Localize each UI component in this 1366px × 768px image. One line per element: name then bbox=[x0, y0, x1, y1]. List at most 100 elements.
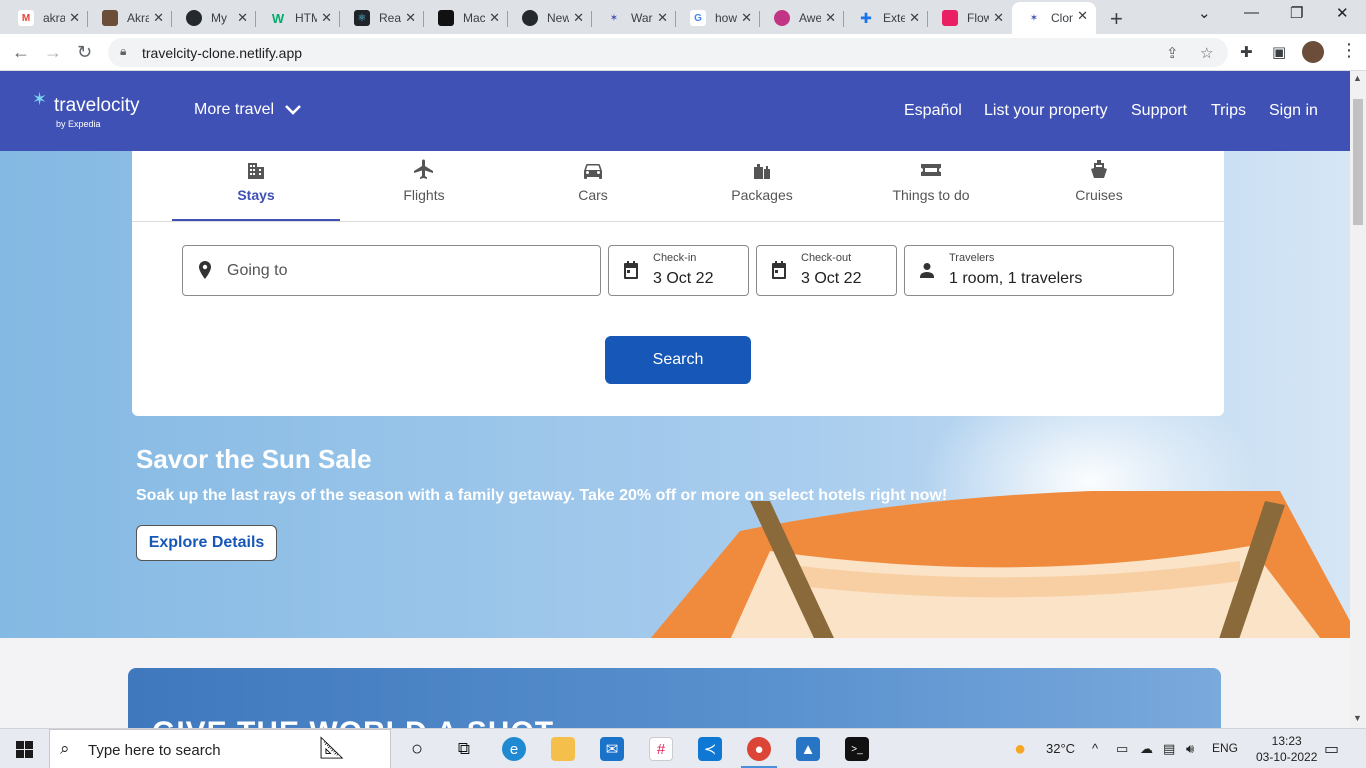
browser-tab[interactable]: Awe ✕ bbox=[760, 4, 844, 32]
tab-label: Flow bbox=[967, 11, 989, 25]
taskbar-search-box[interactable]: ⌕ Type here to search 📐︎ bbox=[49, 729, 391, 768]
logo-subtext: by Expedia bbox=[56, 119, 101, 129]
tab-flights[interactable]: Flights bbox=[340, 159, 508, 221]
new-tab-button[interactable]: + bbox=[1110, 6, 1123, 32]
luggage-icon bbox=[754, 164, 770, 179]
language-indicator[interactable]: ENG bbox=[1212, 741, 1238, 755]
clock-time: 13:23 bbox=[1271, 734, 1302, 748]
close-icon[interactable]: ✕ bbox=[993, 10, 1004, 26]
network-icon[interactable]: ▤ bbox=[1163, 741, 1175, 757]
browser-tab[interactable]: ⚛ React ✕ bbox=[340, 4, 424, 32]
puzzle-icon: ✚ bbox=[860, 9, 872, 26]
browser-tab-active[interactable]: ✶ Clon ✕ bbox=[1012, 2, 1096, 34]
browser-tab[interactable]: ✶ War ✕ bbox=[592, 4, 676, 32]
close-icon[interactable]: ✕ bbox=[489, 10, 500, 26]
scroll-down-icon[interactable]: ▼ bbox=[1353, 713, 1362, 723]
tab-packages[interactable]: Packages bbox=[678, 159, 846, 221]
photos-icon[interactable]: ▲ bbox=[796, 737, 820, 761]
tab-things-to-do[interactable]: Things to do bbox=[847, 159, 1015, 221]
close-icon[interactable]: ✕ bbox=[657, 10, 668, 26]
nav-list-your-property[interactable]: List your property bbox=[984, 102, 1108, 120]
check-in-field[interactable]: Check-in 3 Oct 22 bbox=[608, 245, 749, 296]
menu-icon[interactable]: ⋮ bbox=[1340, 40, 1358, 61]
travelers-field[interactable]: Travelers 1 room, 1 travelers bbox=[904, 245, 1174, 296]
show-hidden-icons-icon[interactable]: ^ bbox=[1092, 741, 1098, 756]
reload-icon[interactable]: ↻ bbox=[77, 42, 92, 63]
close-icon[interactable]: ✕ bbox=[405, 10, 416, 26]
address-bar[interactable]: 🔒︎ travelcity-clone.netlify.app ⇪ ☆ bbox=[108, 38, 1228, 67]
tab-label: Clon bbox=[1051, 11, 1073, 25]
close-icon[interactable]: ✕ bbox=[153, 10, 164, 26]
give-the-world-a-shot-banner[interactable]: GIVE THE WORLD A SHOT bbox=[128, 668, 1221, 728]
page-scrollbar[interactable]: ▲ ▼ bbox=[1350, 71, 1366, 728]
cloud-icon[interactable]: ☁ bbox=[1140, 741, 1153, 757]
search-button[interactable]: Search bbox=[605, 336, 751, 384]
close-icon[interactable]: ✕ bbox=[1077, 8, 1088, 24]
check-out-field[interactable]: Check-out 3 Oct 22 bbox=[756, 245, 897, 296]
slack-icon[interactable]: # bbox=[649, 737, 673, 761]
explore-details-button[interactable]: Explore Details bbox=[136, 525, 277, 561]
restore-icon[interactable]: ❐ bbox=[1290, 4, 1303, 22]
windows-start-icon[interactable] bbox=[16, 741, 33, 758]
more-travel-menu[interactable]: More travel bbox=[194, 101, 302, 119]
file-explorer-icon[interactable] bbox=[551, 737, 575, 761]
side-panel-icon[interactable]: ▣ bbox=[1272, 43, 1286, 61]
bookmark-star-icon[interactable]: ☆ bbox=[1200, 44, 1213, 62]
edge-icon[interactable]: e bbox=[502, 737, 526, 761]
tab-stays[interactable]: Stays bbox=[172, 159, 340, 221]
building-icon bbox=[248, 163, 264, 179]
tab-search-icon[interactable]: ⌄ bbox=[1198, 4, 1211, 22]
profile-avatar[interactable] bbox=[1302, 41, 1324, 63]
tab-cars[interactable]: Cars bbox=[509, 159, 677, 221]
browser-tab[interactable]: Mac ✕ bbox=[424, 4, 508, 32]
cortana-icon[interactable]: ○ bbox=[405, 737, 429, 761]
browser-tab[interactable]: M akra ✕ bbox=[4, 4, 88, 32]
nav-trips[interactable]: Trips bbox=[1211, 102, 1246, 120]
browser-tab[interactable]: Akra ✕ bbox=[88, 4, 172, 32]
nav-support[interactable]: Support bbox=[1131, 102, 1187, 120]
github-icon bbox=[522, 10, 538, 26]
tab-label: akra bbox=[43, 11, 65, 25]
browser-tab[interactable]: New ✕ bbox=[508, 4, 592, 32]
browser-tab[interactable]: G how ✕ bbox=[676, 4, 760, 32]
scroll-up-icon[interactable]: ▲ bbox=[1353, 73, 1362, 83]
vscode-icon[interactable]: ≺ bbox=[698, 737, 722, 761]
scroll-thumb[interactable] bbox=[1353, 99, 1363, 225]
lock-icon[interactable]: 🔒︎ bbox=[120, 44, 126, 59]
weather-temp[interactable]: 32°C bbox=[1046, 741, 1075, 756]
volume-icon[interactable]: 🔊︎ bbox=[1186, 741, 1194, 757]
browser-tab[interactable]: ✚ Exte ✕ bbox=[844, 4, 928, 32]
weather-icon[interactable]: ● bbox=[1014, 738, 1026, 761]
browser-tab[interactable]: W HTML ✕ bbox=[256, 4, 340, 32]
forward-icon[interactable]: → bbox=[44, 42, 62, 63]
back-icon[interactable]: ← bbox=[12, 42, 30, 63]
notification-icon[interactable]: ▭ bbox=[1324, 739, 1339, 759]
window-close-icon[interactable]: ✕ bbox=[1336, 4, 1349, 22]
url-text[interactable]: travelcity-clone.netlify.app bbox=[142, 45, 302, 61]
share-icon[interactable]: ⇪ bbox=[1166, 44, 1179, 62]
tab-label: Stays bbox=[237, 187, 275, 203]
terminal-icon[interactable]: >_ bbox=[845, 737, 869, 761]
close-icon[interactable]: ✕ bbox=[825, 10, 836, 26]
tab-label: React bbox=[379, 11, 401, 25]
tab-cruises[interactable]: Cruises bbox=[1015, 159, 1183, 221]
close-icon[interactable]: ✕ bbox=[741, 10, 752, 26]
close-icon[interactable]: ✕ bbox=[573, 10, 584, 26]
browser-tab[interactable]: Flow ✕ bbox=[928, 4, 1012, 32]
task-view-icon[interactable]: ⧉ bbox=[452, 737, 476, 761]
chrome-icon[interactable]: ● bbox=[741, 737, 777, 768]
browser-tab[interactable]: My ✕ bbox=[172, 4, 256, 32]
device-icon[interactable]: ▭ bbox=[1116, 741, 1128, 757]
minimize-icon[interactable]: — bbox=[1244, 4, 1259, 21]
close-icon[interactable]: ✕ bbox=[69, 10, 80, 26]
going-to-field[interactable]: Going to bbox=[182, 245, 601, 296]
close-icon[interactable]: ✕ bbox=[909, 10, 920, 26]
clock[interactable]: 13:23 03-10-2022 bbox=[1256, 733, 1317, 765]
mail-icon[interactable]: ✉ bbox=[600, 737, 624, 761]
close-icon[interactable]: ✕ bbox=[321, 10, 332, 26]
more-travel-label: More travel bbox=[194, 101, 275, 118]
close-icon[interactable]: ✕ bbox=[237, 10, 248, 26]
nav-espanol[interactable]: Español bbox=[904, 102, 962, 120]
nav-sign-in[interactable]: Sign in bbox=[1269, 102, 1318, 120]
extensions-icon[interactable]: ✚ bbox=[1240, 43, 1253, 61]
